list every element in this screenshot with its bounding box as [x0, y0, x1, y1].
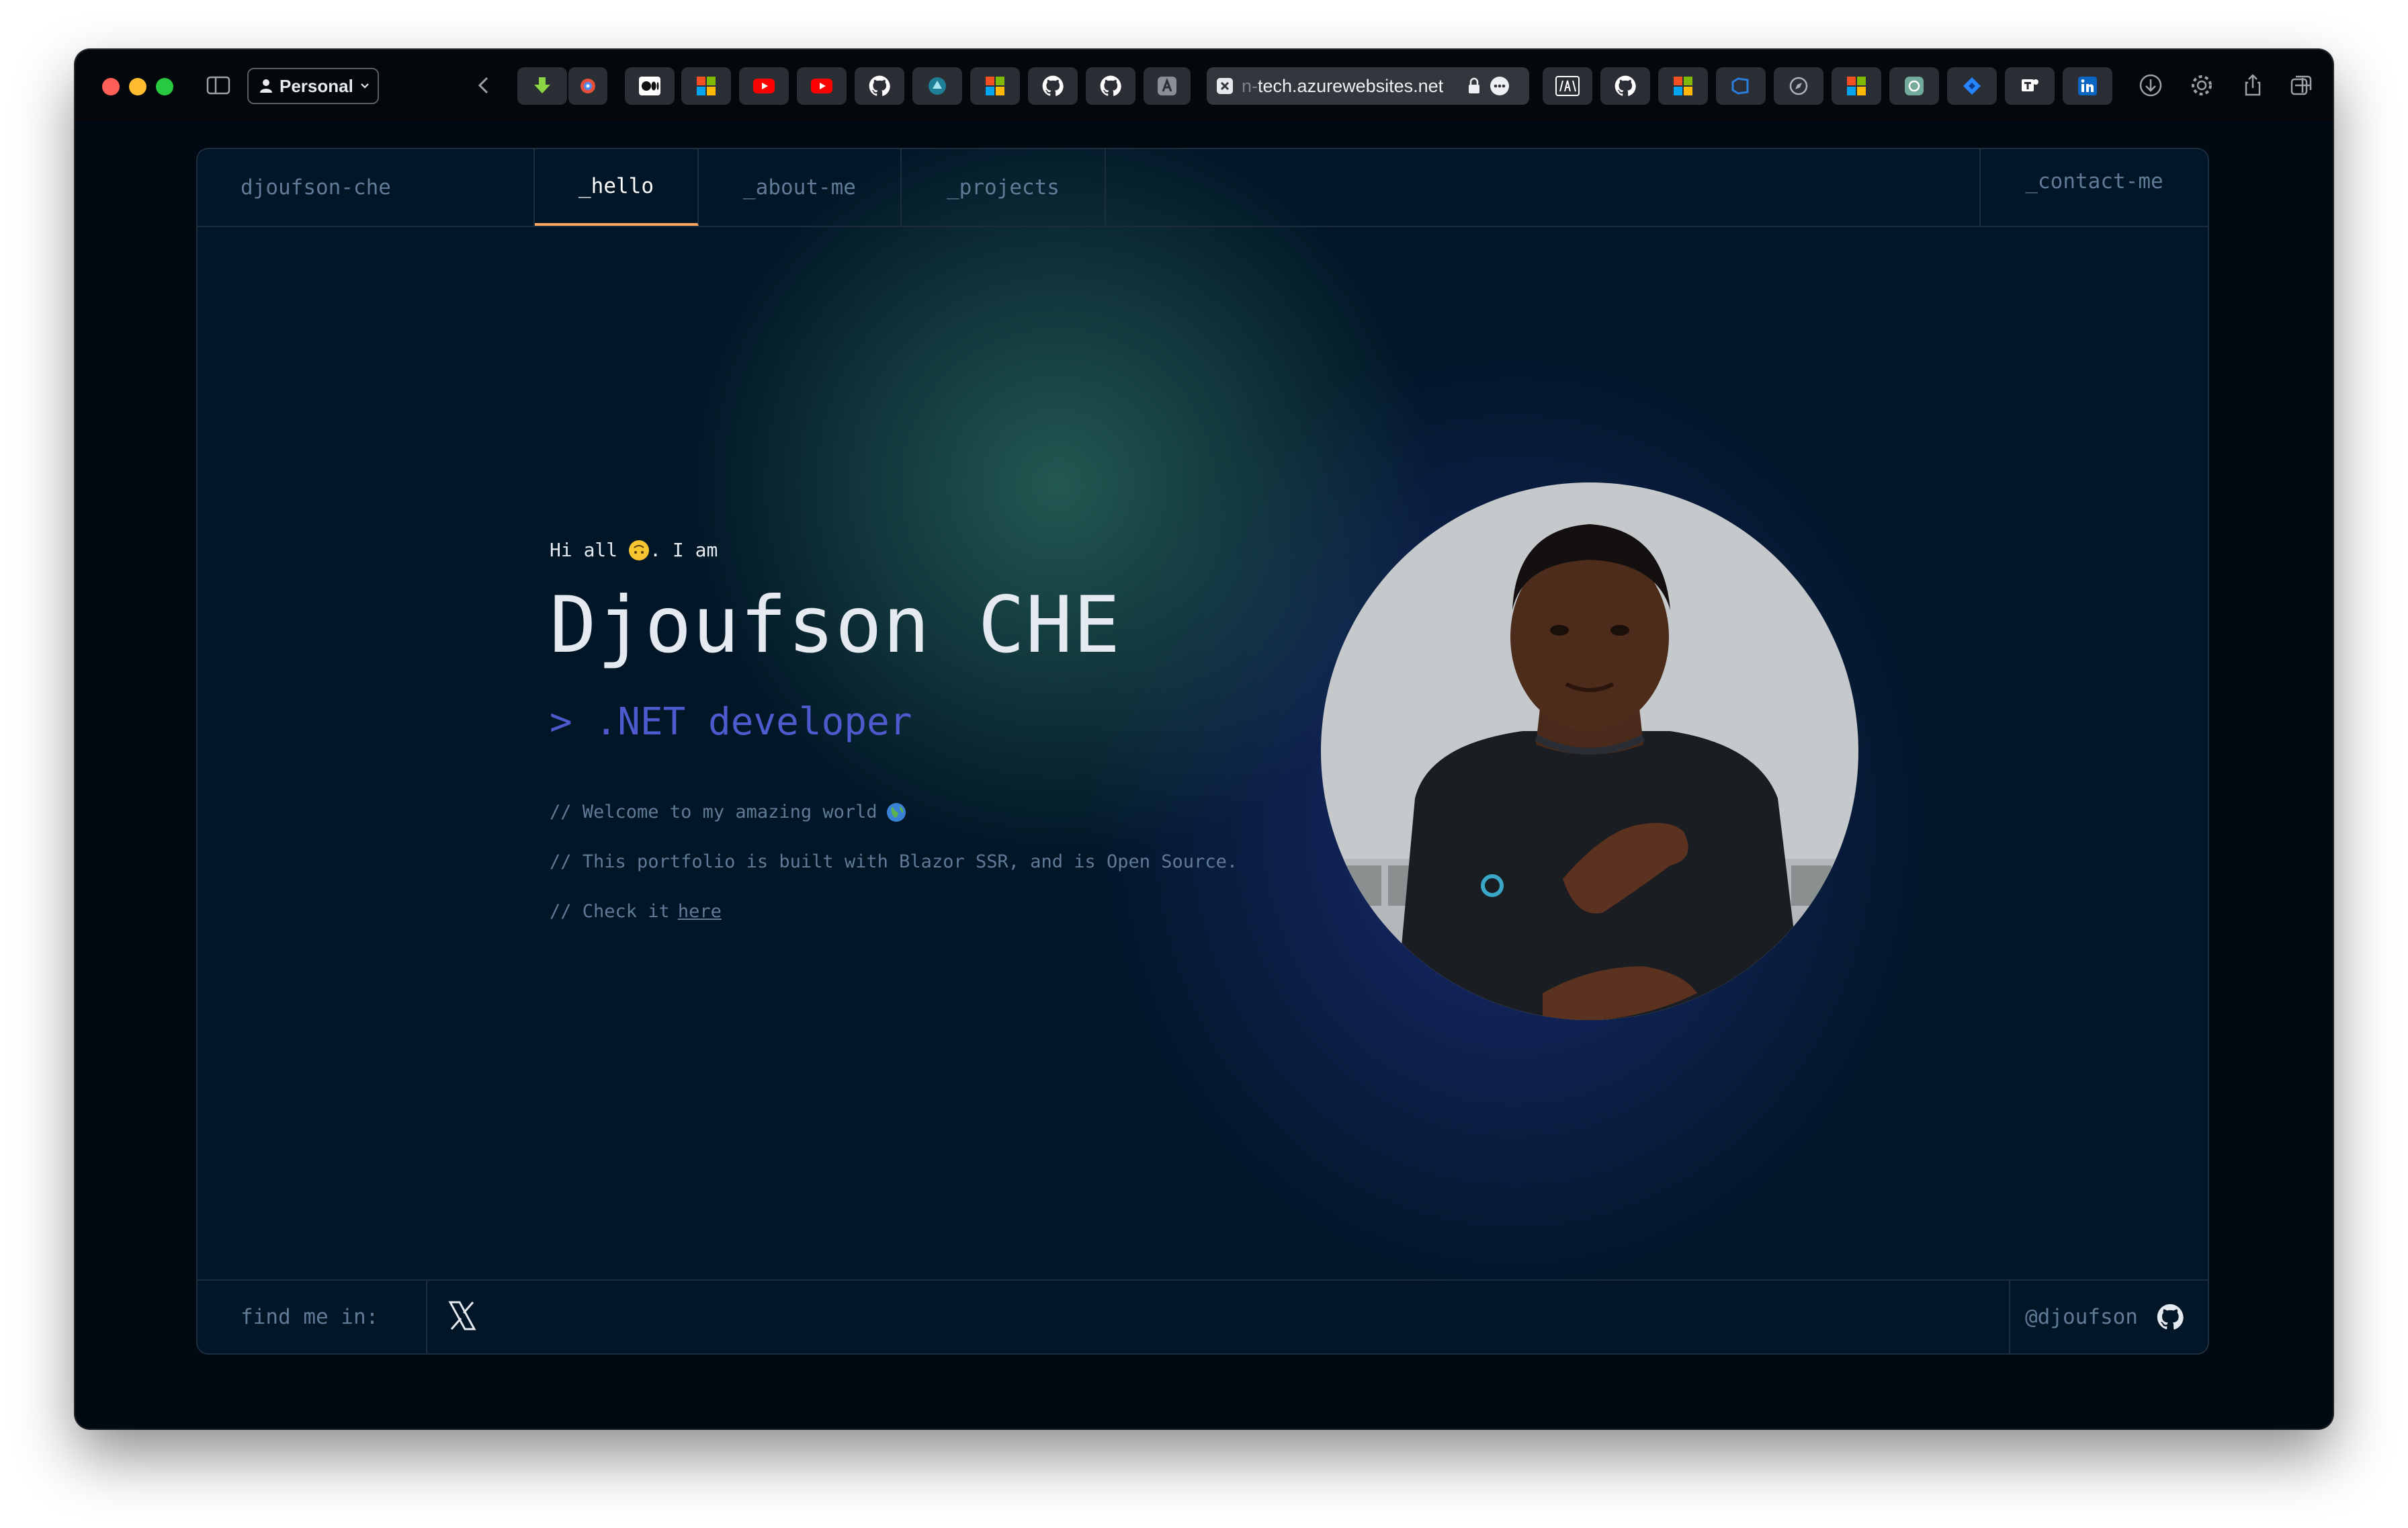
- aws-icon: [1555, 76, 1580, 96]
- footer-bar: find me in: @djoufson: [198, 1279, 2208, 1353]
- profile-label: Personal: [280, 75, 353, 96]
- tab-jira[interactable]: [1947, 67, 1997, 105]
- tab-microsoft[interactable]: [681, 67, 731, 105]
- source-link[interactable]: here: [678, 901, 722, 922]
- compass-icon: [1789, 77, 1808, 95]
- microsoft-icon: [1847, 77, 1866, 95]
- tab-github[interactable]: [1028, 67, 1078, 105]
- chevron-down-icon: [361, 83, 369, 89]
- x-twitter-icon[interactable]: [443, 1297, 481, 1334]
- person-icon: [260, 79, 272, 93]
- tab-about-me[interactable]: _about-me: [699, 149, 902, 226]
- minimize-window-button[interactable]: [129, 78, 146, 95]
- github-icon: [2157, 1304, 2184, 1330]
- tab-azure[interactable]: [912, 67, 962, 105]
- tab-contact-me[interactable]: _contact-me: [1979, 149, 2208, 226]
- teams-icon: [2022, 79, 2038, 91]
- hero-role: > .NET developer: [550, 700, 912, 744]
- github-handle-link[interactable]: @djoufson: [2009, 1281, 2208, 1353]
- profile-button[interactable]: Personal: [247, 68, 379, 104]
- medium-icon: [639, 77, 660, 95]
- tab-projects[interactable]: _projects: [902, 149, 1106, 226]
- youtube-icon: [753, 79, 775, 93]
- github-icon: [1615, 75, 1636, 96]
- tab-font[interactable]: [1144, 67, 1191, 105]
- azure-devops-icon: [1731, 77, 1749, 95]
- address-bar[interactable]: n-tech.azurewebsites.net: [1207, 67, 1529, 105]
- tab-hello[interactable]: _hello: [535, 149, 699, 226]
- site-brand[interactable]: djoufson-che: [198, 149, 535, 226]
- microsoft-icon: [697, 77, 716, 95]
- comment-line: // Welcome to my amazing world: [550, 802, 1289, 851]
- more-options-icon[interactable]: [1489, 75, 1510, 97]
- greeting-prefix: Hi all: [550, 539, 618, 561]
- tab-microsoft[interactable]: [1832, 67, 1881, 105]
- portfolio-page: djoufson-che _hello _about-me _projects …: [196, 148, 2209, 1355]
- jira-icon: [1963, 77, 1981, 95]
- chatgpt-icon: [1905, 77, 1924, 95]
- hero-name: Djoufson CHE: [550, 580, 1121, 671]
- back-icon[interactable]: [469, 70, 500, 101]
- tab-extension[interactable]: [568, 67, 607, 105]
- sidebar-toggle-icon[interactable]: [203, 70, 234, 101]
- upside-down-face-emoji-icon: [629, 540, 650, 560]
- github-icon: [869, 75, 890, 96]
- hero-section: Hi all . I am Djoufson CHE > .NET develo…: [550, 539, 1289, 951]
- browser-toolbar: Personal n-tech.azurewebsites.net: [75, 50, 2333, 121]
- tab-youtube[interactable]: [797, 67, 847, 105]
- lock-icon: [1469, 77, 1479, 93]
- github-handle: @djoufson: [2025, 1305, 2138, 1329]
- tab-github[interactable]: [855, 67, 904, 105]
- comment-blazor: // This portfolio is built with Blazor S…: [550, 851, 1238, 872]
- github-icon: [1042, 75, 1064, 96]
- globe-emoji-icon: [886, 803, 906, 822]
- tab-overview-icon[interactable]: [2286, 70, 2317, 101]
- comment-line: // Check it here: [550, 901, 1289, 951]
- tab-download[interactable]: [517, 67, 567, 105]
- tab-youtube[interactable]: [739, 67, 789, 105]
- extension-icon: [580, 79, 595, 93]
- linkedin-icon: [2078, 77, 2097, 95]
- url-text: n-tech.azurewebsites.net: [1242, 75, 1444, 96]
- tab-github[interactable]: [1600, 67, 1650, 105]
- comment-check: // Check it: [550, 901, 670, 922]
- microsoft-icon: [1674, 77, 1692, 95]
- microsoft-icon: [986, 77, 1004, 95]
- download-icon: [534, 77, 550, 93]
- greeting: Hi all . I am: [550, 539, 1289, 561]
- settings-gear-icon[interactable]: [2186, 70, 2217, 101]
- youtube-icon: [811, 79, 832, 93]
- tab-microsoft[interactable]: [1658, 67, 1708, 105]
- comment-line: // This portfolio is built with Blazor S…: [550, 851, 1289, 901]
- azure-icon: [929, 77, 946, 95]
- font-icon: [1158, 77, 1176, 95]
- tab-compass[interactable]: [1774, 67, 1823, 105]
- close-tab-icon[interactable]: [1216, 77, 1234, 95]
- portrait-illustration: [1321, 482, 1858, 1020]
- share-icon[interactable]: [2237, 70, 2268, 101]
- tab-aws[interactable]: [1543, 67, 1592, 105]
- greeting-suffix: . I am: [650, 539, 718, 561]
- top-navigation: djoufson-che _hello _about-me _projects …: [198, 149, 2208, 227]
- tab-microsoft[interactable]: [970, 67, 1020, 105]
- browser-window: Personal n-tech.azurewebsites.net djoufs…: [75, 50, 2333, 1429]
- tab-medium[interactable]: [625, 67, 675, 105]
- hero-comments: // Welcome to my amazing world // This p…: [550, 802, 1289, 951]
- tab-chatgpt[interactable]: [1889, 67, 1939, 105]
- find-me-label: find me in:: [198, 1281, 427, 1353]
- downloads-icon[interactable]: [2135, 70, 2166, 101]
- tab-teams[interactable]: [2005, 67, 2055, 105]
- close-window-button[interactable]: [102, 78, 120, 95]
- profile-photo: [1321, 482, 1858, 1020]
- zoom-window-button[interactable]: [156, 78, 173, 95]
- comment-welcome: // Welcome to my amazing world: [550, 802, 877, 822]
- tab-linkedin[interactable]: [2063, 67, 2112, 105]
- github-icon: [1100, 75, 1121, 96]
- tab-github[interactable]: [1086, 67, 1135, 105]
- tab-azure-devops[interactable]: [1716, 67, 1766, 105]
